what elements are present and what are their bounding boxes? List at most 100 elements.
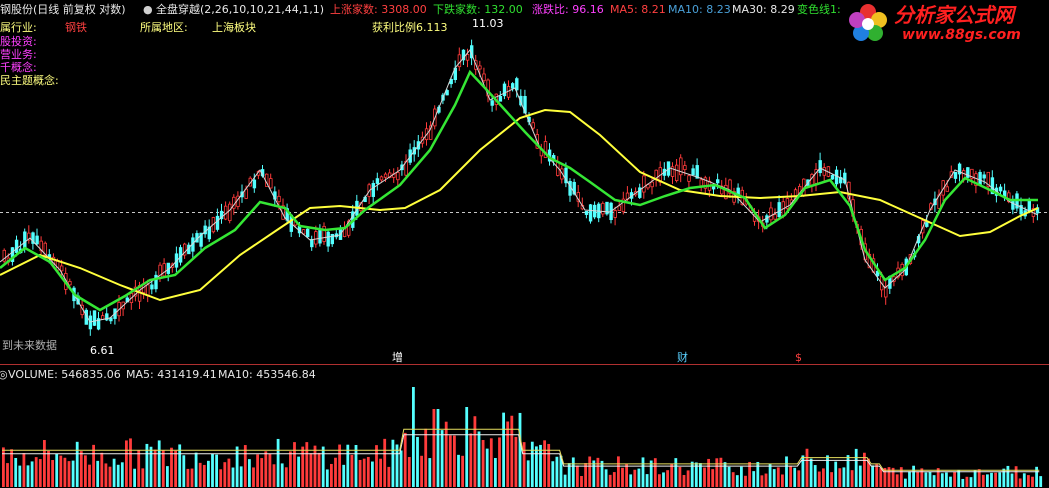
volume-bar [325,469,329,487]
volume-bar [703,467,706,487]
candle-body [68,281,72,286]
volume-bar [592,460,596,487]
volume-bar [817,471,821,487]
marker-dollar[interactable]: $ [795,351,802,365]
volume-bar [608,474,612,487]
volume-bar [567,463,571,487]
volume-bar [243,445,247,487]
up-count: 上涨家数: 3308.00 [330,3,427,16]
marker-cai[interactable]: 财 [677,351,688,365]
volume-toggle-icon[interactable]: ◎ [0,368,8,382]
volume-bar [850,470,854,487]
volume-bar [629,474,633,487]
volume-bar [153,449,157,487]
volume-bar [924,472,928,487]
marker-zeng[interactable]: 增 [392,351,403,365]
candle-body [982,174,986,179]
volume-bar [1014,466,1018,487]
indicator-name[interactable]: 全盘穿越(2,26,10,10,21,44,1,1) [156,3,324,17]
volume-bar [936,468,940,487]
volume-bar [1006,465,1010,487]
volume-bar [502,412,505,487]
volume-bar [489,438,493,487]
volume-bar [727,466,731,487]
volume-bar [760,475,764,487]
volume-bar [580,475,583,487]
volume-bar [813,465,817,487]
volume-bar [436,409,440,487]
flower-logo-icon [849,4,887,41]
volume-bar [47,450,50,487]
volume-bar [465,407,469,487]
volume-bar [219,469,223,487]
volume-bar [453,435,456,487]
candle-body [396,172,400,181]
volume-bar [88,464,91,487]
volume-bar [407,457,411,487]
candlesticks[interactable] [2,39,1040,336]
up-down-ratio: 涨跌比: 96.16 [532,3,604,16]
volume-bar [379,458,382,487]
candle-body [531,122,535,129]
volume-bar [207,460,210,487]
candle-body [510,83,515,89]
candle-body [588,204,593,222]
candle-body [490,100,494,106]
volume-bar [916,471,920,487]
volume-value: VOLUME: 546835.06 [8,368,121,381]
volume-bar [858,465,862,487]
volume-bar [428,458,432,487]
candle-body [35,235,39,245]
volume-bar [633,469,637,487]
volume-bar [469,433,473,487]
volume-bar [63,457,67,487]
volume-bar [416,436,419,487]
volume-bar [678,466,682,487]
volume-bar [768,463,772,487]
volume-bar [518,412,522,487]
volume-bar [822,468,825,487]
volume-bar [149,446,153,487]
volume-bar [67,461,71,487]
volume-bar [432,409,436,487]
future-data-note: 到未来数据 [2,339,57,352]
volume-bar [375,445,378,487]
volume-bar [55,453,59,487]
volume-bar [526,460,530,487]
candle-body [716,179,720,184]
volume-bar [461,455,464,487]
candle-body [642,175,646,193]
candle-body [683,165,687,171]
volume-bar [330,463,333,487]
volume-bar [690,461,694,487]
invest-label: 股投资: [0,35,37,48]
volume-bar [563,474,567,487]
volume-bar [38,459,42,487]
volume-bar [227,458,231,487]
volume-bar [354,445,358,487]
volume-bar [719,457,723,487]
down-count: 下跌家数: 132.00 [433,3,523,16]
volume-bar [59,455,63,487]
candle-body [777,202,781,218]
volume-bar [268,453,272,487]
candle-body [269,178,273,189]
volume-bar [514,436,518,487]
price-volume-chart[interactable] [0,0,1049,488]
region-value[interactable]: 上海板块 [212,21,256,35]
volume-bar [190,468,194,487]
volume-bar [1027,475,1030,487]
volume-bar [391,439,395,487]
volume-bar [383,438,387,487]
volume-bar [346,444,350,487]
volume-bar [129,438,132,487]
volume-bar [854,448,858,487]
stock-title[interactable]: 钢股份(日线 前复权 对数) [0,3,126,17]
candle-body [478,65,482,70]
ma5-value: MA5: 8.21 [610,3,666,16]
site-logo[interactable]: 分析家公式网 www.88gs.com [846,2,1046,46]
volume-bar [961,478,965,487]
industry-value[interactable]: 钢铁 [65,21,87,35]
volume-bar [448,435,452,487]
indicator-settings-icon[interactable]: ● [143,3,153,17]
